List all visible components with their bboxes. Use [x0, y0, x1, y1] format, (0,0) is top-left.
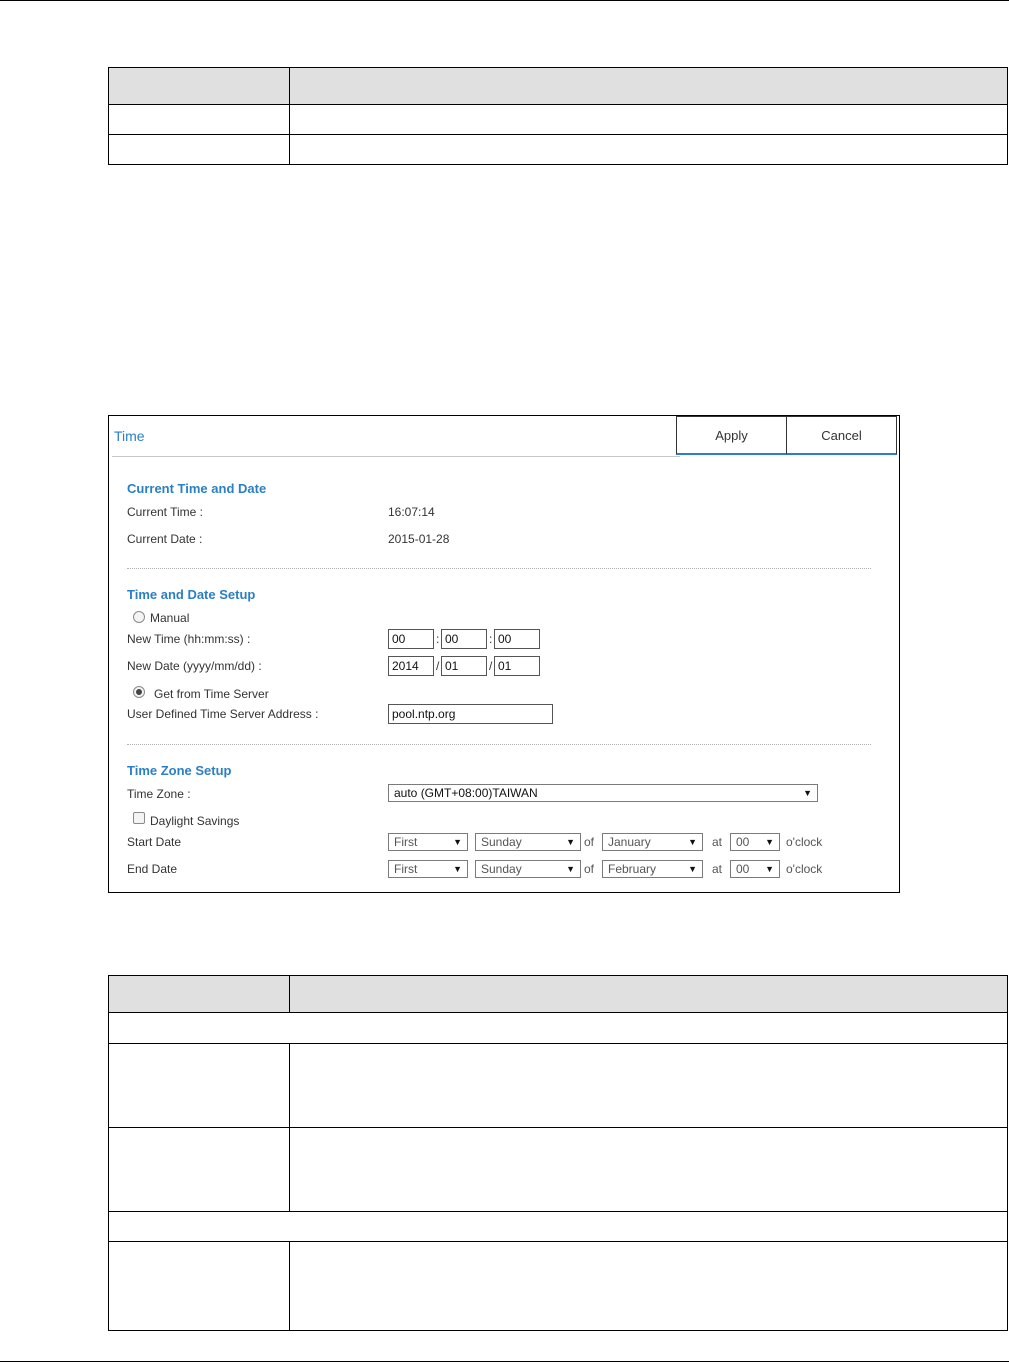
month-input[interactable]: 01	[441, 656, 487, 676]
start-week-select[interactable]: First ▼	[388, 833, 468, 851]
section-divider	[127, 568, 871, 569]
server-address-input[interactable]: pool.ntp.org	[388, 704, 553, 724]
server-address-label: User Defined Time Server Address :	[127, 707, 319, 721]
daylight-savings-label: Daylight Savings	[150, 814, 240, 828]
current-time-label: Current Time :	[127, 505, 204, 519]
table-cell	[108, 1127, 290, 1212]
end-day-value: Sunday	[481, 862, 522, 876]
table-cell	[108, 1241, 290, 1331]
time-settings-panel: Time Apply Cancel Current Time and Date …	[108, 415, 900, 893]
table-section-row	[108, 1012, 1008, 1044]
table-cell	[108, 1043, 290, 1128]
minute-input[interactable]: 00	[441, 629, 487, 649]
end-month-select[interactable]: February ▼	[602, 860, 703, 878]
dropdown-arrow-icon: ▼	[453, 864, 462, 874]
date-separator: /	[489, 659, 493, 673]
top-rule	[0, 0, 1009, 1]
table-header-cell	[108, 67, 290, 105]
second-input[interactable]: 00	[494, 629, 540, 649]
current-date-label: Current Date :	[127, 532, 203, 546]
table-header-cell	[108, 975, 290, 1013]
dropdown-arrow-icon: ▼	[765, 864, 774, 874]
time-server-radio[interactable]	[133, 686, 145, 698]
table-header-cell	[289, 975, 1008, 1013]
current-time-value: 16:07:14	[388, 505, 435, 519]
table-cell	[289, 1043, 1008, 1128]
start-date-label: Start Date	[127, 835, 182, 849]
header-divider	[112, 456, 680, 457]
section-title-zone: Time Zone Setup	[127, 763, 232, 778]
time-separator: :	[436, 632, 440, 646]
dropdown-arrow-icon: ▼	[566, 837, 575, 847]
oclock-text: o'clock	[786, 862, 823, 876]
dropdown-arrow-icon: ▼	[453, 837, 462, 847]
dropdown-arrow-icon: ▼	[688, 837, 697, 847]
dropdown-arrow-icon: ▼	[765, 837, 774, 847]
table-cell	[289, 1127, 1008, 1212]
time-zone-label: Time Zone :	[127, 787, 191, 801]
table-cell	[289, 134, 1008, 165]
start-day-select[interactable]: Sunday ▼	[475, 833, 581, 851]
year-input[interactable]: 2014	[388, 656, 434, 676]
section-divider	[127, 744, 871, 745]
start-month-select[interactable]: January ▼	[602, 833, 703, 851]
end-month-value: February	[608, 862, 657, 876]
doc-table-top	[108, 67, 1008, 165]
panel-title: Time	[114, 428, 145, 444]
table-cell	[289, 1241, 1008, 1331]
of-text: of	[584, 862, 595, 876]
table-cell	[108, 104, 290, 135]
bottom-rule	[0, 1361, 1009, 1362]
start-day-value: Sunday	[481, 835, 522, 849]
start-week-value: First	[394, 835, 418, 849]
section-title-setup: Time and Date Setup	[127, 587, 256, 602]
start-hour-value: 00	[736, 835, 750, 849]
section-title-current: Current Time and Date	[127, 481, 267, 496]
at-text: at	[712, 862, 723, 876]
dropdown-arrow-icon: ▼	[688, 864, 697, 874]
apply-button[interactable]: Apply	[676, 416, 787, 455]
manual-radio-label: Manual	[150, 611, 190, 625]
doc-table-bottom	[108, 975, 1008, 1331]
end-day-select[interactable]: Sunday ▼	[475, 860, 581, 878]
start-hour-select[interactable]: 00 ▼	[730, 833, 780, 851]
cancel-button[interactable]: Cancel	[786, 416, 897, 455]
table-cell	[289, 104, 1008, 135]
current-date-value: 2015-01-28	[388, 532, 450, 546]
at-text: at	[712, 835, 723, 849]
table-section-row	[108, 1211, 1008, 1242]
time-server-radio-label: Get from Time Server	[154, 687, 269, 701]
of-text: of	[584, 835, 595, 849]
end-hour-select[interactable]: 00 ▼	[730, 860, 780, 878]
day-input[interactable]: 01	[494, 656, 540, 676]
time-separator: :	[489, 632, 493, 646]
new-time-label: New Time (hh:mm:ss) :	[127, 632, 251, 646]
date-separator: /	[436, 659, 440, 673]
end-date-label: End Date	[127, 862, 178, 876]
end-week-value: First	[394, 862, 418, 876]
time-zone-select[interactable]: auto (GMT+08:00)TAIWAN ▼	[388, 784, 818, 802]
end-hour-value: 00	[736, 862, 750, 876]
oclock-text: o'clock	[786, 835, 823, 849]
daylight-savings-checkbox[interactable]	[133, 812, 145, 824]
hour-input[interactable]: 00	[388, 629, 434, 649]
dropdown-arrow-icon: ▼	[803, 788, 812, 798]
end-week-select[interactable]: First ▼	[388, 860, 468, 878]
manual-radio[interactable]	[133, 611, 145, 623]
table-header-cell	[289, 67, 1008, 105]
time-zone-select-value: auto (GMT+08:00)TAIWAN	[394, 786, 538, 800]
dropdown-arrow-icon: ▼	[566, 864, 575, 874]
new-date-label: New Date (yyyy/mm/dd) :	[127, 659, 262, 673]
table-cell	[108, 134, 290, 165]
start-month-value: January	[608, 835, 651, 849]
